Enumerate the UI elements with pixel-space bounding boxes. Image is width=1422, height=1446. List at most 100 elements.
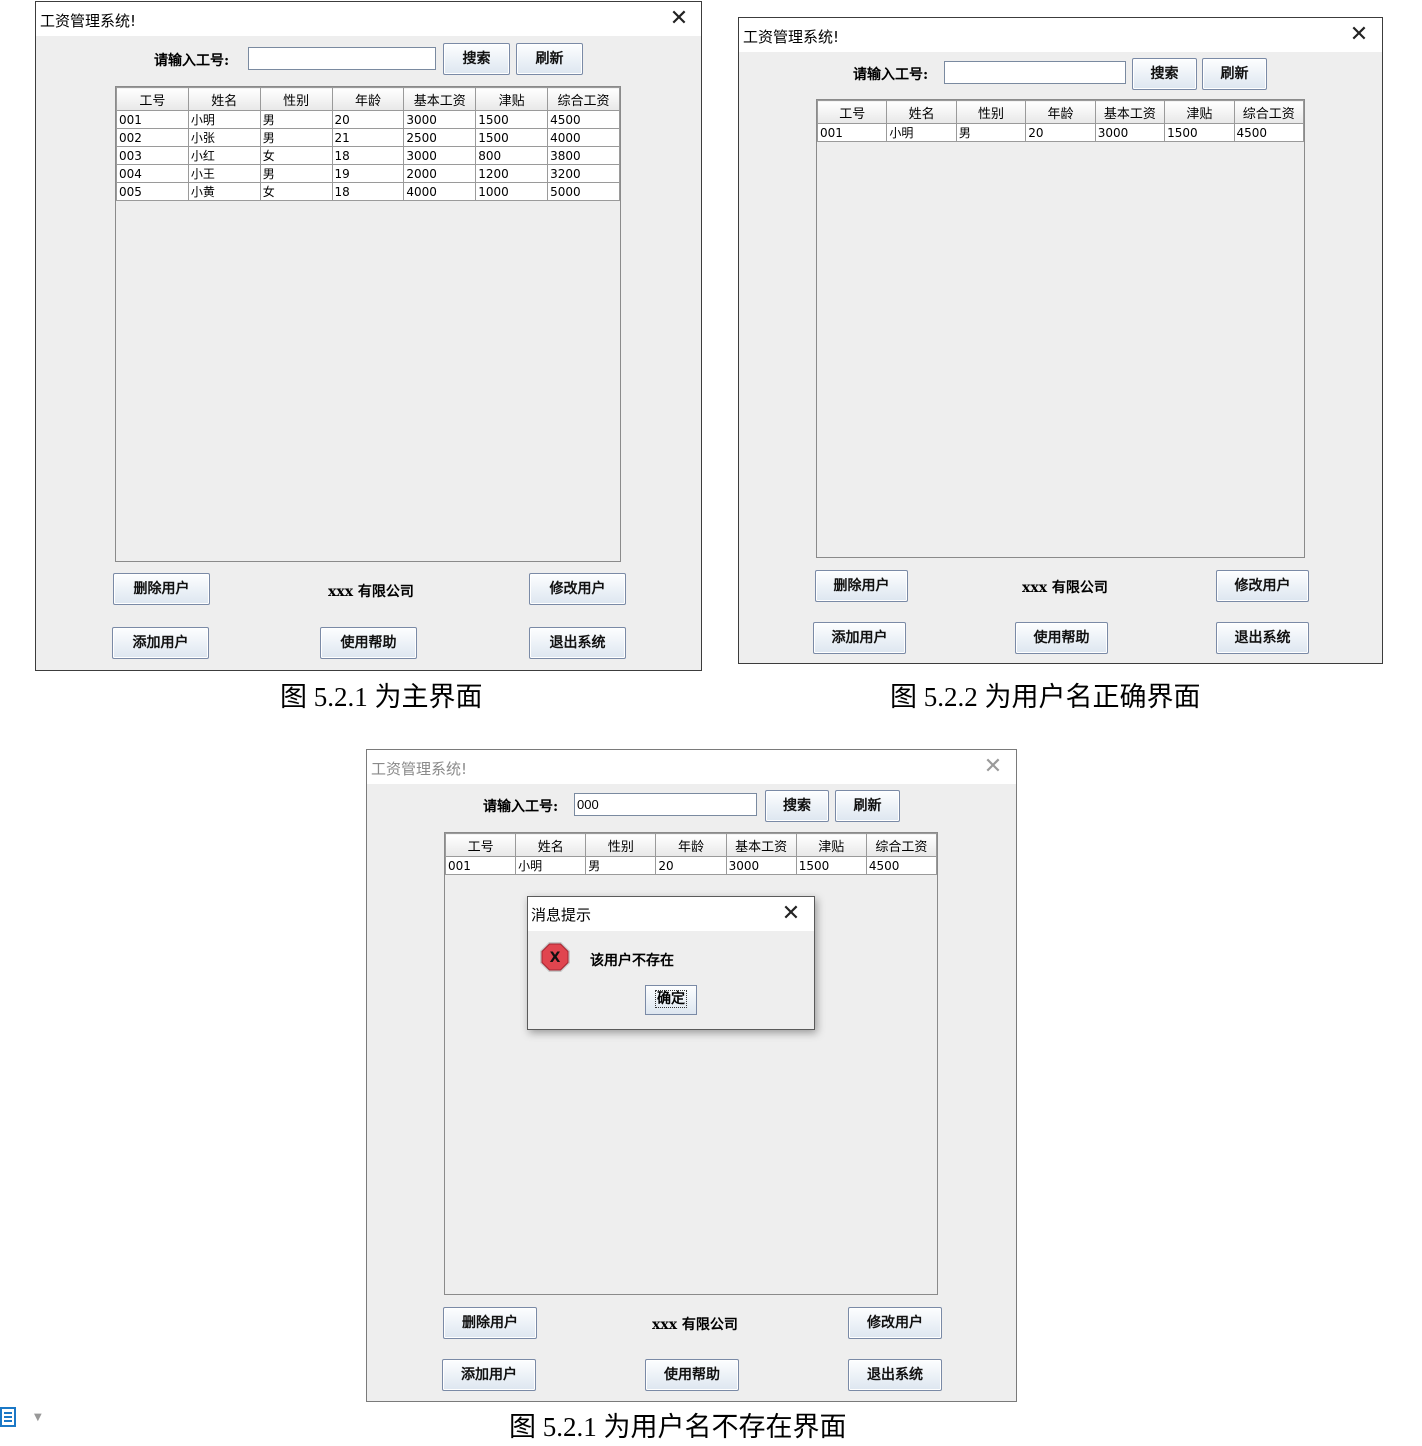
- table-cell[interactable]: 3800: [547, 146, 620, 165]
- table-cell[interactable]: 20: [1025, 123, 1096, 142]
- employee-id-input[interactable]: 000: [574, 793, 757, 816]
- delete-user-button[interactable]: 删除用户: [113, 573, 210, 605]
- column-header[interactable]: 年龄: [331, 87, 405, 111]
- column-header[interactable]: 津贴: [1164, 100, 1235, 124]
- table-cell[interactable]: 小明: [515, 856, 587, 875]
- table-cell[interactable]: 2500: [403, 128, 477, 147]
- modify-user-button[interactable]: 修改用户: [529, 573, 626, 605]
- ok-button[interactable]: 确定: [645, 985, 697, 1015]
- table-cell[interactable]: 小红: [187, 146, 261, 165]
- table-cell[interactable]: 1200: [475, 164, 549, 183]
- table-cell[interactable]: 3000: [725, 856, 797, 875]
- table-row[interactable]: 002 小张男 21 2500 1500 4000: [116, 128, 620, 147]
- close-icon[interactable]: ✕: [978, 753, 1008, 781]
- table-cell[interactable]: 004: [116, 164, 189, 183]
- column-header[interactable]: 工号: [816, 100, 888, 124]
- refresh-button[interactable]: 刷新: [516, 43, 583, 75]
- delete-user-button[interactable]: 删除用户: [443, 1307, 537, 1339]
- column-header[interactable]: 姓名: [886, 100, 957, 124]
- table-row[interactable]: 003 小红女 18 3000 800 3800: [116, 146, 620, 165]
- table-cell[interactable]: 小明: [187, 110, 261, 129]
- table-cell[interactable]: 3000: [1094, 123, 1166, 142]
- table-cell[interactable]: 001: [816, 123, 888, 142]
- table-cell[interactable]: 001: [116, 110, 189, 129]
- table-cell[interactable]: 2000: [403, 164, 477, 183]
- column-header[interactable]: 津贴: [475, 87, 549, 111]
- column-header[interactable]: 综合工资: [865, 833, 938, 857]
- table-cell[interactable]: 18: [331, 182, 405, 201]
- column-header[interactable]: 综合工资: [547, 87, 620, 111]
- table-cell[interactable]: 女: [259, 146, 333, 165]
- table-row[interactable]: 001 小明男 20 3000 1500 4500: [444, 856, 938, 875]
- table-cell[interactable]: 19: [331, 164, 405, 183]
- modify-user-button[interactable]: 修改用户: [1216, 570, 1309, 602]
- table-cell[interactable]: 小明: [886, 123, 957, 142]
- search-button[interactable]: 搜索: [1132, 58, 1197, 90]
- table-cell[interactable]: 男: [955, 123, 1027, 142]
- employee-id-input[interactable]: [944, 61, 1126, 84]
- table-cell[interactable]: 4000: [547, 128, 620, 147]
- table-row[interactable]: 004 小王男 19 2000 1200 3200: [116, 164, 620, 183]
- table-cell[interactable]: 男: [259, 110, 333, 129]
- help-button[interactable]: 使用帮助: [645, 1359, 739, 1391]
- table-cell[interactable]: 18: [331, 146, 405, 165]
- exit-button[interactable]: 退出系统: [529, 627, 626, 659]
- exit-button[interactable]: 退出系统: [848, 1359, 942, 1391]
- table-row[interactable]: 005 小黄女 18 4000 1000 5000: [116, 182, 620, 201]
- table-cell[interactable]: 20: [655, 856, 727, 875]
- search-button[interactable]: 搜索: [765, 790, 829, 822]
- table-cell[interactable]: 1500: [475, 128, 549, 147]
- table-cell[interactable]: 4500: [865, 856, 938, 875]
- column-header[interactable]: 性别: [259, 87, 333, 111]
- table-cell[interactable]: 003: [116, 146, 189, 165]
- help-button[interactable]: 使用帮助: [1015, 622, 1108, 654]
- table-cell[interactable]: 20: [331, 110, 405, 129]
- modify-user-button[interactable]: 修改用户: [848, 1307, 942, 1339]
- column-header[interactable]: 基本工资: [1094, 100, 1166, 124]
- table-cell[interactable]: 001: [444, 856, 517, 875]
- column-header[interactable]: 年龄: [655, 833, 727, 857]
- table-cell[interactable]: 男: [259, 164, 333, 183]
- add-user-button[interactable]: 添加用户: [813, 622, 906, 654]
- dialog-close-icon[interactable]: ✕: [776, 900, 806, 928]
- table-cell[interactable]: 4000: [403, 182, 477, 201]
- dropdown-arrow-icon[interactable]: ▼: [34, 1412, 42, 1423]
- table-cell[interactable]: 女: [259, 182, 333, 201]
- table-cell[interactable]: 005: [116, 182, 189, 201]
- employee-id-input[interactable]: [248, 47, 436, 70]
- column-header[interactable]: 工号: [116, 87, 189, 111]
- search-button[interactable]: 搜索: [443, 43, 510, 75]
- table-cell[interactable]: 男: [259, 128, 333, 147]
- table-cell[interactable]: 5000: [547, 182, 620, 201]
- table-cell[interactable]: 小张: [187, 128, 261, 147]
- close-icon[interactable]: ✕: [664, 5, 694, 33]
- table-cell[interactable]: 1500: [795, 856, 867, 875]
- table-cell[interactable]: 002: [116, 128, 189, 147]
- table-cell[interactable]: 男: [585, 856, 657, 875]
- column-header[interactable]: 年龄: [1025, 100, 1096, 124]
- help-button[interactable]: 使用帮助: [320, 627, 417, 659]
- table-row[interactable]: 001 小明男 20 3000 1500 4500: [816, 123, 1305, 142]
- column-header[interactable]: 性别: [585, 833, 657, 857]
- column-header[interactable]: 综合工资: [1233, 100, 1305, 124]
- add-user-button[interactable]: 添加用户: [112, 627, 209, 659]
- delete-user-button[interactable]: 删除用户: [815, 570, 908, 602]
- table-cell[interactable]: 1500: [475, 110, 549, 129]
- close-icon[interactable]: ✕: [1344, 21, 1374, 49]
- table-cell[interactable]: 3000: [403, 110, 477, 129]
- column-header[interactable]: 基本工资: [403, 87, 477, 111]
- table-cell[interactable]: 4500: [547, 110, 620, 129]
- table-cell[interactable]: 1000: [475, 182, 549, 201]
- column-header[interactable]: 姓名: [515, 833, 587, 857]
- table-cell[interactable]: 3000: [403, 146, 477, 165]
- column-header[interactable]: 工号: [444, 833, 517, 857]
- exit-button[interactable]: 退出系统: [1216, 622, 1309, 654]
- column-header[interactable]: 基本工资: [725, 833, 797, 857]
- table-cell[interactable]: 小黄: [187, 182, 261, 201]
- table-row[interactable]: 001 小明男 20 3000 1500 4500: [116, 110, 620, 129]
- column-header[interactable]: 姓名: [187, 87, 261, 111]
- table-cell[interactable]: 1500: [1164, 123, 1235, 142]
- table-cell[interactable]: 4500: [1233, 123, 1305, 142]
- table-cell[interactable]: 800: [475, 146, 549, 165]
- refresh-button[interactable]: 刷新: [835, 790, 900, 822]
